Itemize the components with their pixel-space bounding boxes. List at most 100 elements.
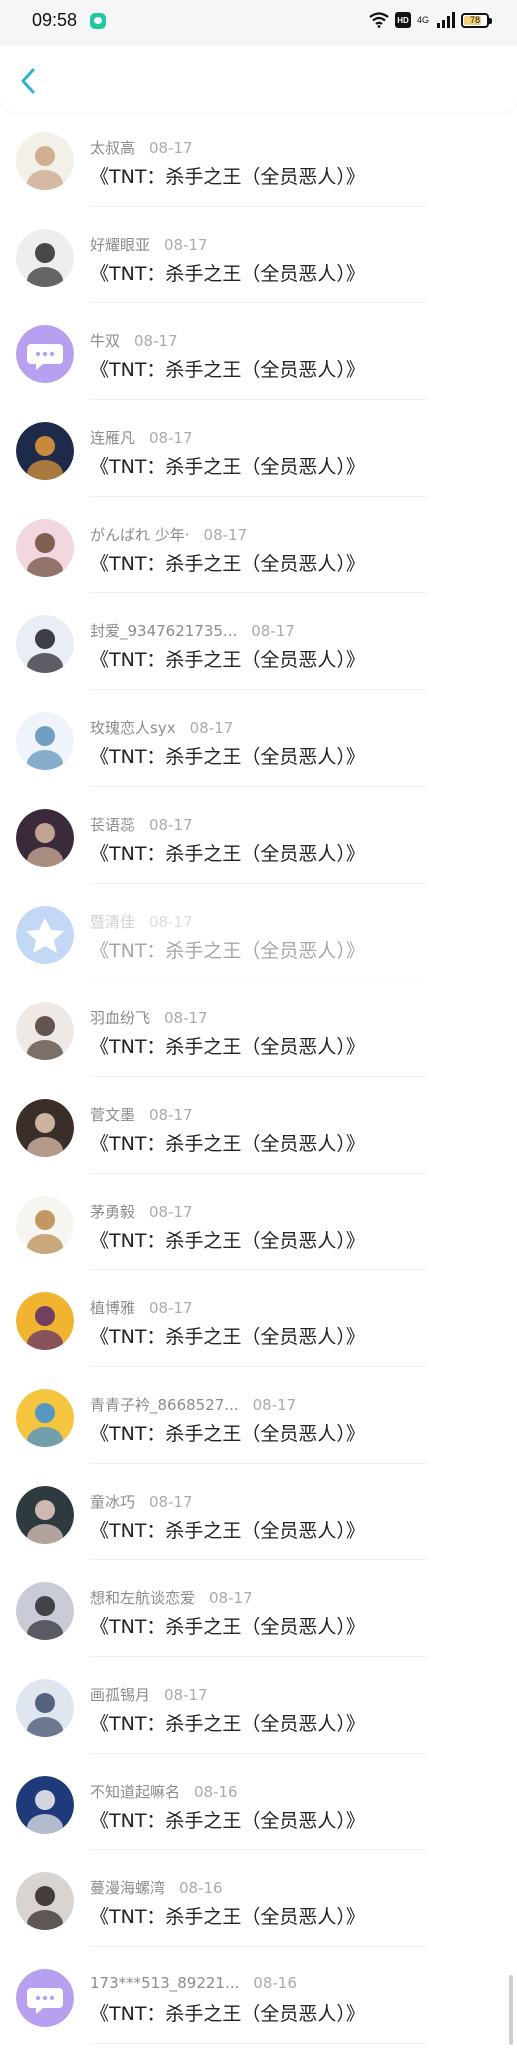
item-title: 《TNT：杀手之王（全员恶人）》 bbox=[90, 649, 365, 672]
signal-icon bbox=[437, 12, 455, 28]
name-line: 好耀眼亚 08-17 bbox=[90, 234, 208, 255]
list-item[interactable]: 不知道起嘛名 08-16 《TNT：杀手之王（全员恶人）》 bbox=[0, 1754, 517, 1851]
list-item[interactable]: 蔓漫海螺湾 08-16 《TNT：杀手之王（全员恶人）》 bbox=[0, 1850, 517, 1948]
avatar[interactable] bbox=[16, 615, 74, 674]
list-item[interactable]: 想和左航谈恋爱 08-17 《TNT：杀手之王（全员恶人）》 bbox=[0, 1560, 517, 1657]
list-item[interactable]: 173***513_89221... 08-16 《TNT：杀手之王（全员恶人）》 bbox=[0, 1947, 517, 2044]
list-item[interactable]: 暨清佳 08-17 《TNT：杀手之王（全员恶人）》 bbox=[0, 884, 517, 981]
avatar[interactable] bbox=[16, 1292, 74, 1351]
name-line: 植博雅 08-17 bbox=[90, 1297, 193, 1318]
user-name[interactable]: 牛双 bbox=[90, 332, 120, 350]
user-name[interactable]: 茅勇毅 bbox=[90, 1203, 135, 1221]
item-title: 《TNT：杀手之王（全员恶人）》 bbox=[90, 1906, 365, 1929]
name-line: 173***513_89221... 08-16 bbox=[90, 1974, 297, 1992]
list-item[interactable]: 封爱_9347621735... 08-17 《TNT：杀手之王（全员恶人）》 bbox=[0, 593, 517, 691]
user-name[interactable]: 青青子衿_8668527... bbox=[90, 1396, 239, 1414]
user-name[interactable]: 好耀眼亚 bbox=[90, 236, 150, 254]
user-name[interactable]: 173***513_89221... bbox=[90, 1974, 239, 1992]
avatar[interactable] bbox=[16, 1775, 74, 1834]
timestamp: 08-17 bbox=[164, 1009, 208, 1028]
avatar[interactable] bbox=[16, 1485, 74, 1544]
avatar[interactable] bbox=[16, 422, 74, 481]
network-label: 4G bbox=[417, 15, 429, 25]
timestamp: 08-17 bbox=[149, 1105, 193, 1124]
back-button[interactable] bbox=[10, 64, 46, 98]
timestamp: 08-17 bbox=[164, 1686, 208, 1704]
item-title: 《TNT：杀手之王（全员恶人）》 bbox=[90, 552, 365, 575]
name-line: 青青子衿_8668527... 08-17 bbox=[90, 1394, 296, 1415]
list-item[interactable]: 画孤锡月 08-17 《TNT：杀手之王（全员恶人）》 bbox=[0, 1657, 517, 1754]
user-name[interactable]: 植博雅 bbox=[90, 1299, 135, 1317]
name-line: がんばれ 少年· 08-17 bbox=[90, 524, 247, 545]
list-item[interactable]: 青青子衿_8668527... 08-17 《TNT：杀手之王（全员恶人）》 bbox=[0, 1367, 517, 1464]
user-name[interactable]: 苌语蕊 bbox=[90, 816, 135, 834]
avatar[interactable] bbox=[16, 132, 74, 190]
user-name[interactable]: 太叔高 bbox=[90, 139, 135, 157]
avatar[interactable] bbox=[16, 712, 74, 771]
user-name[interactable]: 羽血纷飞 bbox=[90, 1009, 150, 1027]
list-item[interactable]: 茅勇毅 08-17 《TNT：杀手之王（全员恶人）》 bbox=[0, 1174, 517, 1271]
battery-tip bbox=[489, 17, 492, 24]
item-title: 《TNT：杀手之王（全员恶人）》 bbox=[90, 1519, 365, 1542]
list-item[interactable]: 植博雅 08-17 《TNT：杀手之王（全员恶人）》 bbox=[0, 1270, 517, 1367]
avatar[interactable] bbox=[16, 1969, 74, 2028]
item-title: 《TNT：杀手之王（全员恶人）》 bbox=[90, 1713, 365, 1735]
item-title: 《TNT：杀手之王（全员恶人）》 bbox=[90, 1229, 365, 1252]
timestamp: 08-17 bbox=[149, 815, 193, 834]
user-name[interactable]: 连雁凡 bbox=[90, 429, 135, 447]
avatar[interactable] bbox=[16, 905, 74, 964]
timestamp: 08-17 bbox=[149, 1299, 193, 1318]
avatar[interactable] bbox=[16, 808, 74, 867]
avatar[interactable] bbox=[16, 1388, 74, 1447]
avatar[interactable] bbox=[16, 1679, 74, 1737]
status-bar: 09:58 HD 4G 78 bbox=[0, 0, 517, 46]
list-item[interactable]: 童冰巧 08-17 《TNT：杀手之王（全员恶人）》 bbox=[0, 1464, 517, 1561]
user-name[interactable]: 画孤锡月 bbox=[90, 1686, 150, 1704]
user-name[interactable]: 菅文墨 bbox=[90, 1106, 135, 1124]
nav-header bbox=[0, 46, 517, 112]
user-name[interactable]: 童冰巧 bbox=[90, 1493, 135, 1511]
timestamp: 08-17 bbox=[134, 332, 178, 351]
name-line: 想和左航谈恋爱 08-17 bbox=[90, 1587, 253, 1608]
list-item[interactable]: 太叔高 08-17 《TNT：杀手之王（全员恶人）》 bbox=[0, 110, 517, 207]
item-title: 《TNT：杀手之王（全员恶人）》 bbox=[90, 1326, 365, 1349]
name-line: 画孤锡月 08-17 bbox=[90, 1684, 208, 1705]
name-line: 玫瑰恋人syx 08-17 bbox=[90, 717, 233, 738]
user-name[interactable]: 想和左航谈恋爱 bbox=[90, 1589, 195, 1607]
hd-badge: HD bbox=[394, 12, 411, 28]
avatar[interactable] bbox=[16, 1872, 74, 1931]
user-name[interactable]: がんばれ 少年· bbox=[90, 526, 190, 544]
avatar[interactable] bbox=[16, 325, 74, 384]
avatar[interactable] bbox=[16, 1195, 74, 1254]
user-name[interactable]: 不知道起嘛名 bbox=[90, 1783, 180, 1801]
user-name[interactable]: 蔓漫海螺湾 bbox=[90, 1879, 165, 1897]
list-item[interactable]: 玫瑰恋人syx 08-17 《TNT：杀手之王（全员恶人）》 bbox=[0, 690, 517, 787]
item-title: 《TNT：杀手之王（全员恶人）》 bbox=[90, 166, 365, 188]
user-name[interactable]: 暨清佳 bbox=[90, 913, 135, 931]
item-title: 《TNT：杀手之王（全员恶人）》 bbox=[90, 1422, 365, 1445]
avatar[interactable] bbox=[16, 518, 74, 577]
user-name[interactable]: 封爱_9347621735... bbox=[90, 622, 237, 640]
divider bbox=[90, 2042, 427, 2044]
scrollbar[interactable] bbox=[509, 1975, 513, 2045]
battery-icon: 78 bbox=[461, 12, 492, 28]
list-item[interactable]: 连雁凡 08-17 《TNT：杀手之王（全员恶人）》 bbox=[0, 400, 517, 497]
list-item[interactable]: 羽血纷飞 08-17 《TNT：杀手之王（全员恶人）》 bbox=[0, 980, 517, 1077]
avatar[interactable] bbox=[16, 1582, 74, 1641]
avatar[interactable] bbox=[16, 228, 74, 287]
user-list: 太叔高 08-17 《TNT：杀手之王（全员恶人）》 好耀眼亚 08-17 《TNT：杀手… bbox=[0, 110, 517, 2044]
item-title: 《TNT：杀手之王（全员恶人）》 bbox=[90, 939, 365, 962]
name-line: 连雁凡 08-17 bbox=[90, 427, 193, 448]
item-title: 《TNT：杀手之王（全员恶人）》 bbox=[90, 1809, 365, 1832]
chevron-left-icon bbox=[21, 68, 35, 94]
user-name[interactable]: 玫瑰恋人syx bbox=[90, 719, 176, 737]
item-title: 《TNT：杀手之王（全员恶人）》 bbox=[90, 1616, 365, 1639]
avatar[interactable] bbox=[16, 1002, 74, 1061]
list-item[interactable]: がんばれ 少年· 08-17 《TNT：杀手之王（全员恶人）》 bbox=[0, 497, 517, 594]
name-line: 菅文墨 08-17 bbox=[90, 1104, 193, 1125]
list-item[interactable]: 牛双 08-17 《TNT：杀手之王（全员恶人）》 bbox=[0, 303, 517, 401]
list-item[interactable]: 苌语蕊 08-17 《TNT：杀手之王（全员恶人）》 bbox=[0, 787, 517, 884]
avatar[interactable] bbox=[16, 1098, 74, 1157]
list-item[interactable]: 好耀眼亚 08-17 《TNT：杀手之王（全员恶人）》 bbox=[0, 207, 517, 304]
list-item[interactable]: 菅文墨 08-17 《TNT：杀手之王（全员恶人）》 bbox=[0, 1077, 517, 1174]
